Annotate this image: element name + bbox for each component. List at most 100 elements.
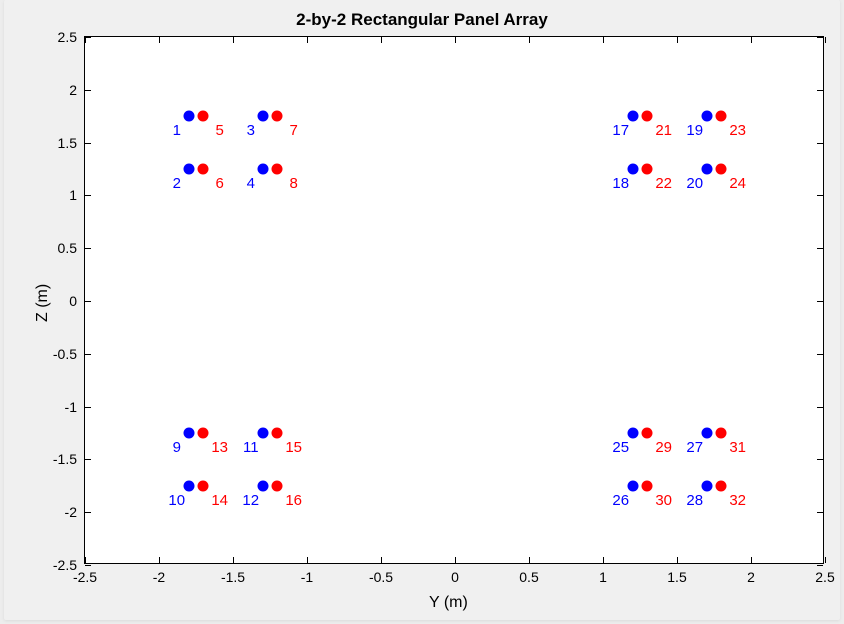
x-tick (677, 557, 678, 563)
x-tick (455, 557, 456, 563)
x-tick (381, 37, 382, 43)
data-label: 2 (173, 175, 181, 192)
x-tick (751, 37, 752, 43)
data-point (198, 428, 209, 439)
data-point (642, 164, 653, 175)
x-tick-label: -1.5 (221, 569, 245, 585)
y-tick (817, 90, 823, 91)
data-label: 18 (612, 175, 629, 192)
data-label: 3 (247, 122, 255, 139)
chart-title: 2-by-2 Rectangular Panel Array (4, 10, 840, 30)
data-label: 5 (216, 122, 224, 139)
data-label: 20 (686, 175, 703, 192)
figure-panel: 2-by-2 Rectangular Panel Array -2.5-2-1.… (4, 0, 840, 620)
y-tick (817, 354, 823, 355)
x-tick (233, 557, 234, 563)
data-point (627, 480, 638, 491)
data-point (701, 428, 712, 439)
data-label: 1 (173, 122, 181, 139)
data-point (198, 111, 209, 122)
data-label: 22 (655, 175, 672, 192)
y-tick (85, 195, 91, 196)
y-tick-label: -0.5 (53, 346, 77, 362)
x-tick-label: 0.5 (519, 569, 538, 585)
data-point (183, 480, 194, 491)
x-tick (159, 557, 160, 563)
data-label: 10 (168, 492, 185, 509)
x-tick (307, 557, 308, 563)
y-tick (817, 37, 823, 38)
data-point (627, 428, 638, 439)
x-tick (825, 557, 826, 563)
data-label: 4 (247, 175, 255, 192)
x-tick (603, 557, 604, 563)
y-tick (85, 407, 91, 408)
data-label: 27 (686, 439, 703, 456)
data-point (701, 111, 712, 122)
x-axis-label: Y (m) (429, 594, 468, 612)
data-point (642, 480, 653, 491)
x-tick (233, 37, 234, 43)
y-tick (85, 143, 91, 144)
x-tick (825, 37, 826, 43)
data-label: 24 (729, 175, 746, 192)
data-point (198, 164, 209, 175)
y-tick (817, 565, 823, 566)
data-point (183, 164, 194, 175)
y-tick (817, 143, 823, 144)
data-point (716, 480, 727, 491)
y-tick (85, 301, 91, 302)
y-tick (85, 512, 91, 513)
y-tick (817, 407, 823, 408)
x-tick (159, 37, 160, 43)
y-tick (85, 459, 91, 460)
data-point (272, 428, 283, 439)
x-tick-label: 1.5 (667, 569, 686, 585)
y-tick-label: 0.5 (58, 240, 77, 256)
data-point (198, 480, 209, 491)
x-tick-label: -1 (301, 569, 313, 585)
x-tick-label: -2 (153, 569, 165, 585)
data-label: 26 (612, 492, 629, 509)
y-tick (817, 301, 823, 302)
data-label: 14 (211, 492, 228, 509)
data-label: 12 (242, 492, 259, 509)
y-tick (85, 37, 91, 38)
y-tick-label: 1 (69, 187, 77, 203)
data-label: 7 (290, 122, 298, 139)
data-point (257, 480, 268, 491)
y-tick (85, 354, 91, 355)
y-tick-label: 0 (69, 293, 77, 309)
y-tick (817, 512, 823, 513)
y-tick-label: 1.5 (58, 135, 77, 151)
data-label: 25 (612, 439, 629, 456)
y-tick (817, 195, 823, 196)
y-tick-label: -1 (65, 399, 77, 415)
data-label: 19 (686, 122, 703, 139)
y-tick-label: 2 (69, 82, 77, 98)
data-point (642, 111, 653, 122)
x-tick (529, 557, 530, 563)
x-tick (751, 557, 752, 563)
data-label: 8 (290, 175, 298, 192)
data-point (272, 480, 283, 491)
data-label: 29 (655, 439, 672, 456)
x-tick-label: 1 (599, 569, 607, 585)
x-tick (455, 37, 456, 43)
x-tick-label: 2.5 (815, 569, 834, 585)
data-label: 31 (729, 439, 746, 456)
data-label: 13 (211, 439, 228, 456)
data-label: 6 (216, 175, 224, 192)
data-label: 32 (729, 492, 746, 509)
data-label: 16 (285, 492, 302, 509)
x-tick-label: 0 (451, 569, 459, 585)
x-tick-label: -0.5 (369, 569, 393, 585)
x-tick-label: 2 (747, 569, 755, 585)
y-tick (85, 90, 91, 91)
data-point (272, 111, 283, 122)
y-tick (85, 565, 91, 566)
data-point (257, 111, 268, 122)
data-point (183, 428, 194, 439)
data-point (627, 111, 638, 122)
data-label: 15 (285, 439, 302, 456)
